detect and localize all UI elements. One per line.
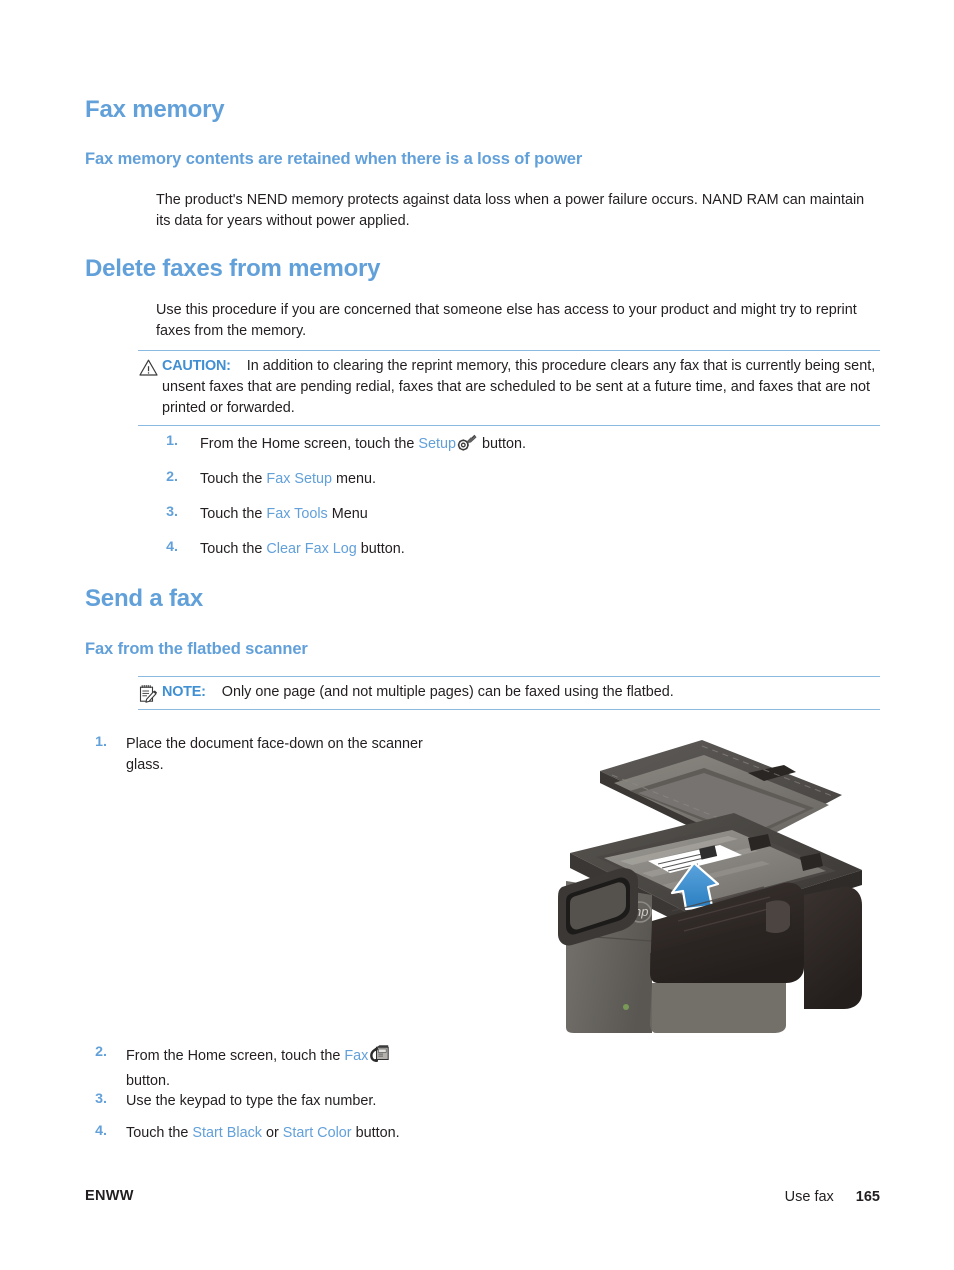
step-text-after: Menu [327, 506, 368, 522]
warning-triangle-icon [138, 357, 159, 378]
page-title-fax-memory: Fax memory [85, 96, 225, 123]
setup-wrench-gear-icon [457, 433, 477, 459]
footer-page-number: 165 [855, 1189, 880, 1205]
list-item: 2. From the Home screen, touch the Fax b… [85, 1044, 605, 1091]
list-item: 4. Touch the Start Black or Start Color … [85, 1123, 605, 1155]
step-text: Place the document face-down on the scan… [126, 736, 423, 773]
subheading-fax-memory-retained: Fax memory contents are retained when th… [85, 150, 583, 168]
step-text: Use the keypad to type the fax number. [126, 1093, 377, 1109]
note-body: NOTE: Only one page (and not multiple pa… [138, 682, 880, 703]
fax-machine-icon [369, 1044, 390, 1071]
caution-body: CAUTION: In addition to clearing the rep… [138, 356, 880, 419]
list-item: 1. From the Home screen, touch the Setup [156, 433, 856, 469]
step-text: From the Home screen, touch the Setup bu… [200, 433, 856, 459]
keyword-setup[interactable]: Setup [418, 436, 456, 452]
step-text: Touch the Fax Tools Menu [200, 504, 856, 525]
keyword-fax-setup[interactable]: Fax Setup [266, 471, 332, 487]
keyword-fax-tools[interactable]: Fax Tools [266, 506, 327, 522]
step-number: 4. [95, 1123, 107, 1139]
step-number: 1. [95, 734, 107, 750]
step-number: 4. [166, 539, 178, 555]
step-text-before: From the Home screen, touch the [126, 1048, 345, 1064]
delete-faxes-steps: 1. From the Home screen, touch the Setup [156, 433, 856, 574]
step-text-after: button. [356, 541, 405, 557]
step-number: 2. [95, 1044, 107, 1060]
step-text-before: Touch the [200, 541, 267, 557]
step-text: Touch the Start Black or Start Color but… [126, 1123, 605, 1144]
note-label: NOTE: [162, 684, 206, 700]
paragraph-fax-memory: The product's NEND memory protects again… [156, 192, 865, 229]
hp-flatbed-scanner-printer-illustration: hp [552, 735, 882, 1040]
list-item: 2. Touch the Fax Setup menu. [156, 469, 856, 504]
step-text-after: button. [351, 1125, 400, 1141]
heading-delete-faxes: Delete faxes from memory [85, 255, 381, 282]
list-item: 3. Touch the Fax Tools Menu [156, 504, 856, 539]
list-item: 4. Touch the Clear Fax Log button. [156, 539, 856, 574]
list-item: 3. Use the keypad to type the fax number… [85, 1091, 605, 1123]
step-text: Touch the Clear Fax Log button. [200, 539, 856, 560]
step-number: 3. [166, 504, 178, 520]
caution-box: CAUTION: In addition to clearing the rep… [138, 350, 880, 426]
step-text-before: From the Home screen, touch the [200, 436, 419, 452]
keyword-start-black[interactable]: Start Black [192, 1125, 262, 1141]
step-text-after: button. [477, 436, 526, 452]
heading-send-a-fax: Send a fax [85, 585, 204, 612]
step-number: 2. [166, 469, 178, 485]
send-fax-steps: 2. From the Home screen, touch the Fax b… [85, 1044, 605, 1155]
caution-label: CAUTION: [162, 358, 231, 374]
keyword-start-color[interactable]: Start Color [283, 1125, 352, 1141]
step-text-after: button. [126, 1073, 171, 1089]
keyword-fax[interactable]: Fax [344, 1048, 368, 1064]
step-text-before: Touch the [200, 471, 267, 487]
step-text-before: Touch the [126, 1125, 193, 1141]
paragraph-delete-faxes: Use this procedure if you are concerned … [156, 302, 857, 339]
footer-section-name: Use fax [784, 1189, 834, 1205]
list-item: 1. Place the document face-down on the s… [85, 734, 505, 776]
notepad-pencil-icon [138, 683, 159, 704]
step-text-after: menu. [332, 471, 377, 487]
send-fax-step-one: 1. Place the document face-down on the s… [85, 734, 505, 776]
keyword-clear-fax-log[interactable]: Clear Fax Log [266, 541, 356, 557]
step-text: Touch the Fax Setup menu. [200, 469, 856, 490]
step-text-middle: or [262, 1125, 283, 1141]
step-text: From the Home screen, touch the Fax butt… [126, 1044, 426, 1092]
step-number: 3. [95, 1091, 107, 1107]
caution-text: In addition to clearing the reprint memo… [162, 358, 876, 416]
step-text-before: Touch the [200, 506, 267, 522]
note-box: NOTE: Only one page (and not multiple pa… [138, 676, 880, 710]
subheading-fax-from-flatbed: Fax from the flatbed scanner [85, 640, 308, 658]
footer-right: Use fax 165 [785, 1189, 880, 1205]
document-page: Fax memory Fax memory contents are retai… [0, 0, 954, 1270]
note-text: Only one page (and not multiple pages) c… [221, 684, 674, 700]
footer-locale-code: ENWW [85, 1188, 134, 1204]
step-number: 1. [166, 433, 178, 449]
